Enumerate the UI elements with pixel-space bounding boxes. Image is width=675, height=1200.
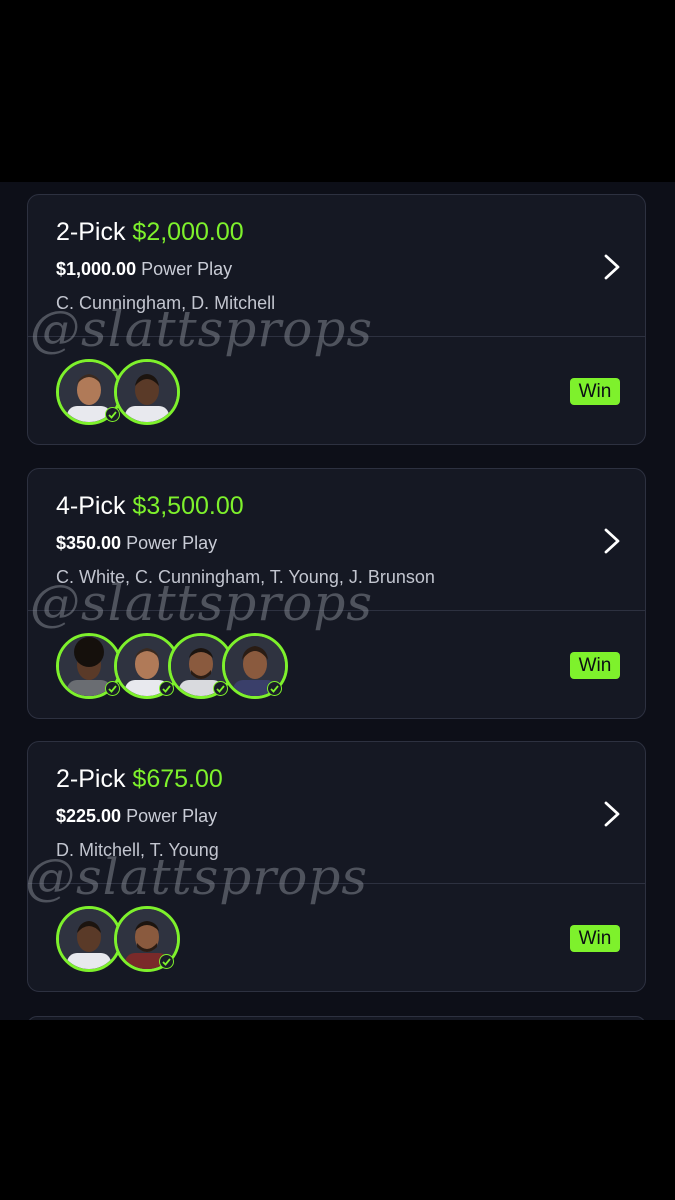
- divider: [28, 883, 645, 884]
- player-list: C. Cunningham, D. Mitchell: [56, 293, 276, 313]
- chevron-right-icon[interactable]: [600, 526, 624, 556]
- chevron-right-icon[interactable]: [600, 252, 624, 282]
- play-mode: Power Play: [141, 259, 233, 279]
- player-list: D. Mitchell, T. Young: [56, 840, 219, 860]
- check-icon: [105, 681, 120, 696]
- entry-card[interactable]: 4-Pick $3,500.00 $350.00 Power Play C. W…: [27, 468, 646, 719]
- check-icon: [159, 954, 174, 969]
- entry-stake: $350.00 Power Play: [56, 532, 217, 554]
- player-avatar: [56, 906, 122, 972]
- pick-type: 2-Pick: [56, 765, 126, 793]
- pick-type: 4-Pick: [56, 492, 126, 520]
- entry-stake: $225.00 Power Play: [56, 805, 217, 827]
- entry-stake: $1,000.00 Power Play: [56, 258, 232, 280]
- chevron-right-icon[interactable]: [600, 799, 624, 829]
- check-icon: [213, 681, 228, 696]
- entry-card[interactable]: 2-Pick $2,000.00 $1,000.00 Power Play C.…: [27, 194, 646, 445]
- stake-amount: $350.00: [56, 533, 122, 553]
- check-icon: [267, 681, 282, 696]
- entry-card[interactable]: [27, 1016, 646, 1020]
- divider: [28, 336, 645, 337]
- pick-type: 2-Pick: [56, 218, 126, 246]
- stake-amount: $1,000.00: [56, 259, 137, 279]
- stake-amount: $225.00: [56, 806, 122, 826]
- status-badge: Win: [570, 652, 620, 679]
- play-mode: Power Play: [126, 806, 218, 826]
- entry-title: 2-Pick $2,000.00: [56, 217, 244, 247]
- check-icon: [159, 681, 174, 696]
- entry-title: 2-Pick $675.00: [56, 764, 223, 794]
- payout-amount: $2,000.00: [132, 218, 244, 246]
- entry-title: 4-Pick $3,500.00: [56, 491, 244, 521]
- player-avatar: [114, 359, 180, 425]
- payout-amount: $3,500.00: [132, 492, 244, 520]
- player-list: C. White, C. Cunningham, T. Young, J. Br…: [56, 567, 435, 587]
- divider: [28, 610, 645, 611]
- check-icon: [105, 407, 120, 422]
- status-badge: Win: [570, 925, 620, 952]
- entries-screen: 2-Pick $2,000.00 $1,000.00 Power Play C.…: [0, 182, 675, 1020]
- play-mode: Power Play: [126, 533, 218, 553]
- status-badge: Win: [570, 378, 620, 405]
- entry-card[interactable]: 2-Pick $675.00 $225.00 Power Play D. Mit…: [27, 741, 646, 992]
- payout-amount: $675.00: [132, 765, 223, 793]
